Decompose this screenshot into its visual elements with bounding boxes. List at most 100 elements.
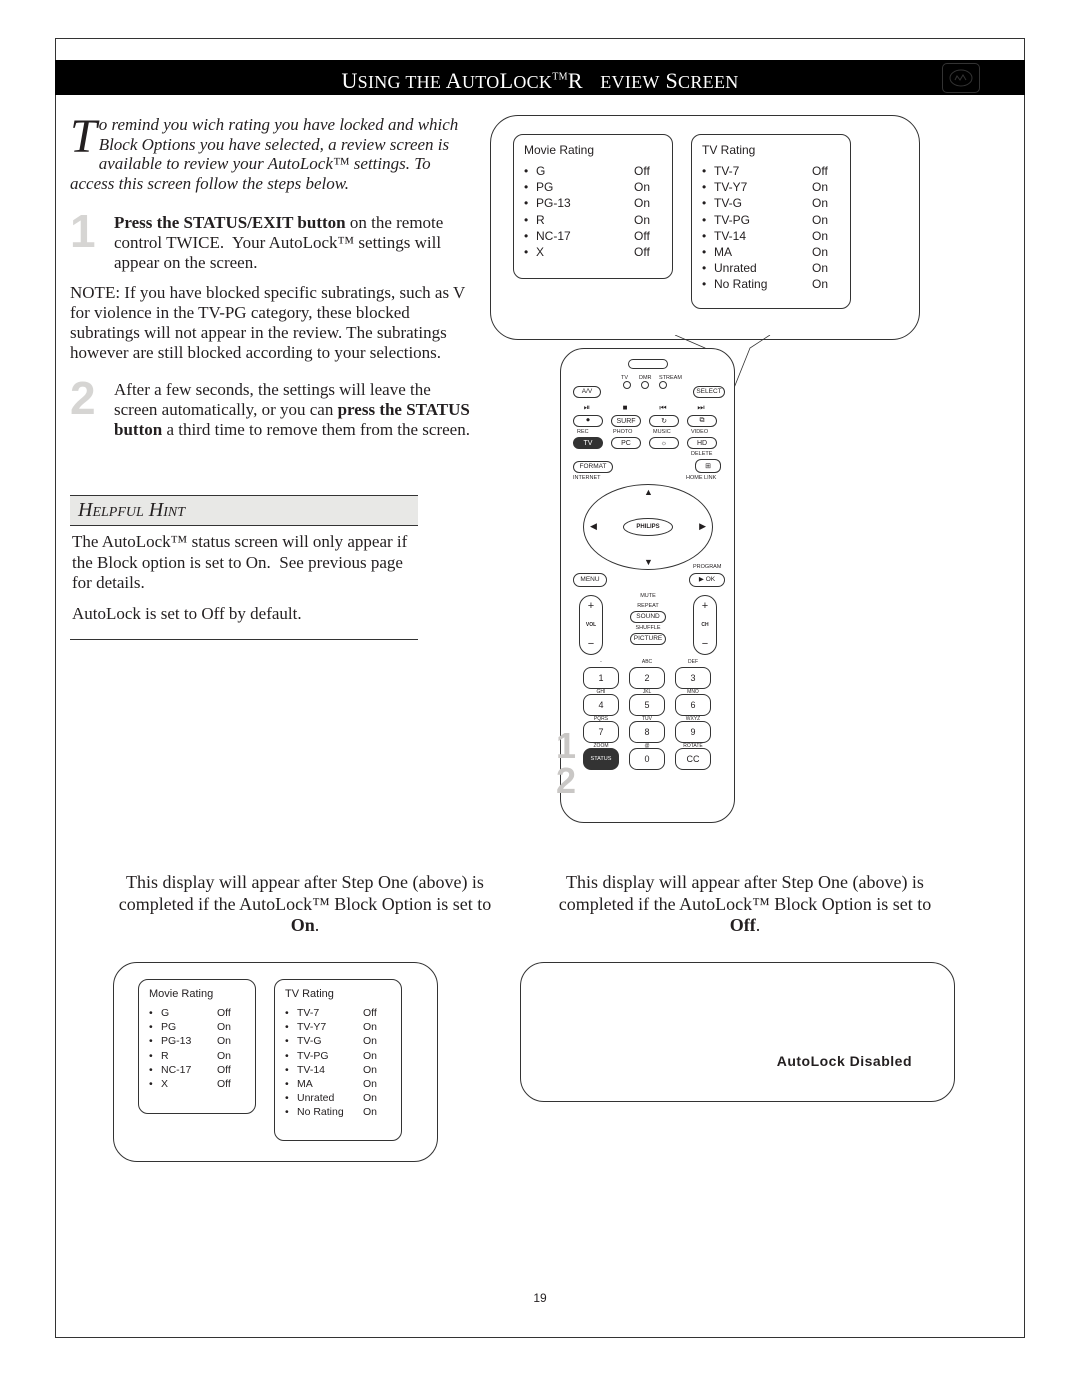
remote-sound-button[interactable]: SOUND [630,611,666,623]
remote-rec-label: REC [577,429,589,435]
rating-row: •UnratedOn [285,1091,391,1105]
remote-tv-button[interactable]: TV [573,437,603,449]
rating-row: •TV-7Off [285,1006,391,1020]
numlabel-zoom: ZOOM [583,743,619,749]
remote-playpause-icon[interactable]: ⏯ [577,403,597,413]
numlabel-wxyz: WXYZ [675,716,711,722]
rating-row: •ROn [149,1049,245,1063]
remote-led-1 [623,381,631,389]
rating-row: •TV-GOn [285,1034,391,1048]
remote-picture-button[interactable]: PICTURE [630,633,666,645]
remote-num-9[interactable]: 9 [675,721,711,743]
remote-hd-button[interactable]: HD [687,437,717,449]
numlabel-rotate: ROTATE [675,743,711,749]
helpful-hint-title: Helpful Hint [70,495,418,526]
remote-status-button[interactable]: STATUS [583,748,619,770]
remote-ch-buttons[interactable]: +CH− [693,595,717,655]
numlabel-ghi: GHI [583,689,619,695]
tv-display-top: Movie Rating •GOff•PGOn•PG-13On•ROn•NC-1… [490,115,920,340]
helpful-hint-p1: The AutoLock™ status screen will only ap… [72,532,416,594]
remote-stop-icon[interactable]: ■ [615,403,635,413]
remote-prev-icon[interactable]: ⏮ [653,403,673,413]
remote-led-2 [641,381,649,389]
remote-next-icon[interactable]: ⏭ [691,403,711,413]
helpful-hint-p2: AutoLock is set to Off by default. [72,604,416,625]
remote-internet-label: INTERNET [573,475,601,481]
remote-num-3[interactable]: 3 [675,667,711,689]
remote-refresh-button[interactable]: ↻ [649,415,679,427]
movie-rating-header-bl: Movie Rating [149,988,245,1000]
remote-pc-button[interactable]: PC [611,437,641,449]
helpful-hint-box: Helpful Hint The AutoLock™ status screen… [70,495,418,640]
remote-power-button[interactable] [628,359,668,369]
tv-display-on: Movie Rating •GOff•PGOn•PG-13On•ROn•NC-1… [113,962,438,1162]
callout-badge-2: 2 [556,765,586,795]
remote-surf-button[interactable]: SURF [611,415,641,427]
remote-homelink-button[interactable]: ⊞ [695,459,721,473]
remote-num-7[interactable]: 7 [583,721,619,743]
remote-select-button[interactable]: SELECT [693,386,725,398]
numlabel-1: - [583,659,619,665]
numlabel-abc: ABC [629,659,665,665]
step-1-number: 1 [70,211,104,273]
remote-pip-button[interactable]: ⧉ [687,415,717,427]
movie-rating-panel-bl: Movie Rating •GOff•PGOn•PG-13On•ROn•NC-1… [138,979,256,1114]
remote-ok-button[interactable]: ▶ OK [689,573,725,587]
step-2-body: After a few seconds, the settings will l… [114,378,470,440]
remote-num-2[interactable]: 2 [629,667,665,689]
remote-num-8[interactable]: 8 [629,721,665,743]
rating-row: •MAOn [285,1077,391,1091]
tv-rating-rows-bl: •TV-7Off•TV-Y7On•TV-GOn•TV-PGOn•TV-14On•… [285,1006,391,1119]
remote-num-5[interactable]: 5 [629,694,665,716]
remote-repeat-label: REPEAT [621,603,675,609]
remote-photo-label: PHOTO [613,429,632,435]
remote-rec-button[interactable]: ⏺ [573,415,603,427]
caption-off: This display will appear after Step One … [550,872,940,937]
remote-num-1[interactable]: 1 [583,667,619,689]
movie-rating-rows-bl: •GOff•PGOn•PG-13On•ROn•NC-17Off•XOff [149,1006,245,1091]
caption-on: This display will appear after Step One … [110,872,500,937]
rating-row: •TV-PGOn [285,1049,391,1063]
rating-row: •UnratedOn [702,260,840,276]
remote-program-label: PROGRAM [693,564,721,570]
numlabel-tuv: TUV [629,716,665,722]
remote-av-button[interactable]: A/V [573,386,601,398]
section-title: USING THE AUTOLOCKTMR EVIEW SCREEN [55,60,1025,95]
remote-menu-button[interactable]: MENU [573,573,607,587]
tv-rating-header-bl: TV Rating [285,988,391,1000]
movie-rating-panel-top: Movie Rating •GOff•PGOn•PG-13On•ROn•NC-1… [513,134,673,279]
rating-row: •NC-17Off [149,1063,245,1077]
numlabel-def: DEF [675,659,711,665]
rating-row: •TV-7Off [702,163,840,179]
rating-row: •TV-14On [702,228,840,244]
rating-row: •PGOn [524,179,662,195]
remote-num-0[interactable]: 0 [629,748,665,770]
rating-row: •PG-13On [149,1034,245,1048]
remote-format-button[interactable]: FORMAT [573,461,613,473]
movie-rating-header: Movie Rating [524,143,662,157]
autolock-disabled-text: AutoLock Disabled [777,1053,912,1069]
rating-row: •XOff [524,244,662,260]
remote-delete-label: DELETE [691,451,712,457]
remote-music-label: MUSIC [653,429,671,435]
remote-vol-buttons[interactable]: +VOL− [579,595,603,655]
step-2: 2 After a few seconds, the settings will… [70,378,470,440]
rating-row: •No RatingOn [285,1105,391,1119]
remote-homelink-label: HOME LINK [686,475,716,481]
step-1-body: Press the STATUS/EXIT button on the remo… [114,211,470,273]
remote-nav-pad[interactable]: PHILIPS ▲ ▼ ◀ ▶ [583,484,713,570]
rating-row: •PGOn [149,1020,245,1034]
numlabel-pqrs: PQRS [583,716,619,722]
remote-num-6[interactable]: 6 [675,694,711,716]
remote-led-3 [659,381,667,389]
step-2-number: 2 [70,378,104,440]
rating-row: •TV-Y7On [702,179,840,195]
numlabel-at: @ [629,743,665,749]
page-number: 19 [0,1291,1080,1305]
remote-cc-button[interactable]: CC [675,748,711,770]
rating-row: •MAOn [702,244,840,260]
tv-display-off: AutoLock Disabled [520,962,955,1102]
rating-row: •PG-13On [524,195,662,211]
remote-num-4[interactable]: 4 [583,694,619,716]
remote-bright-button[interactable]: ☼ [649,437,679,449]
